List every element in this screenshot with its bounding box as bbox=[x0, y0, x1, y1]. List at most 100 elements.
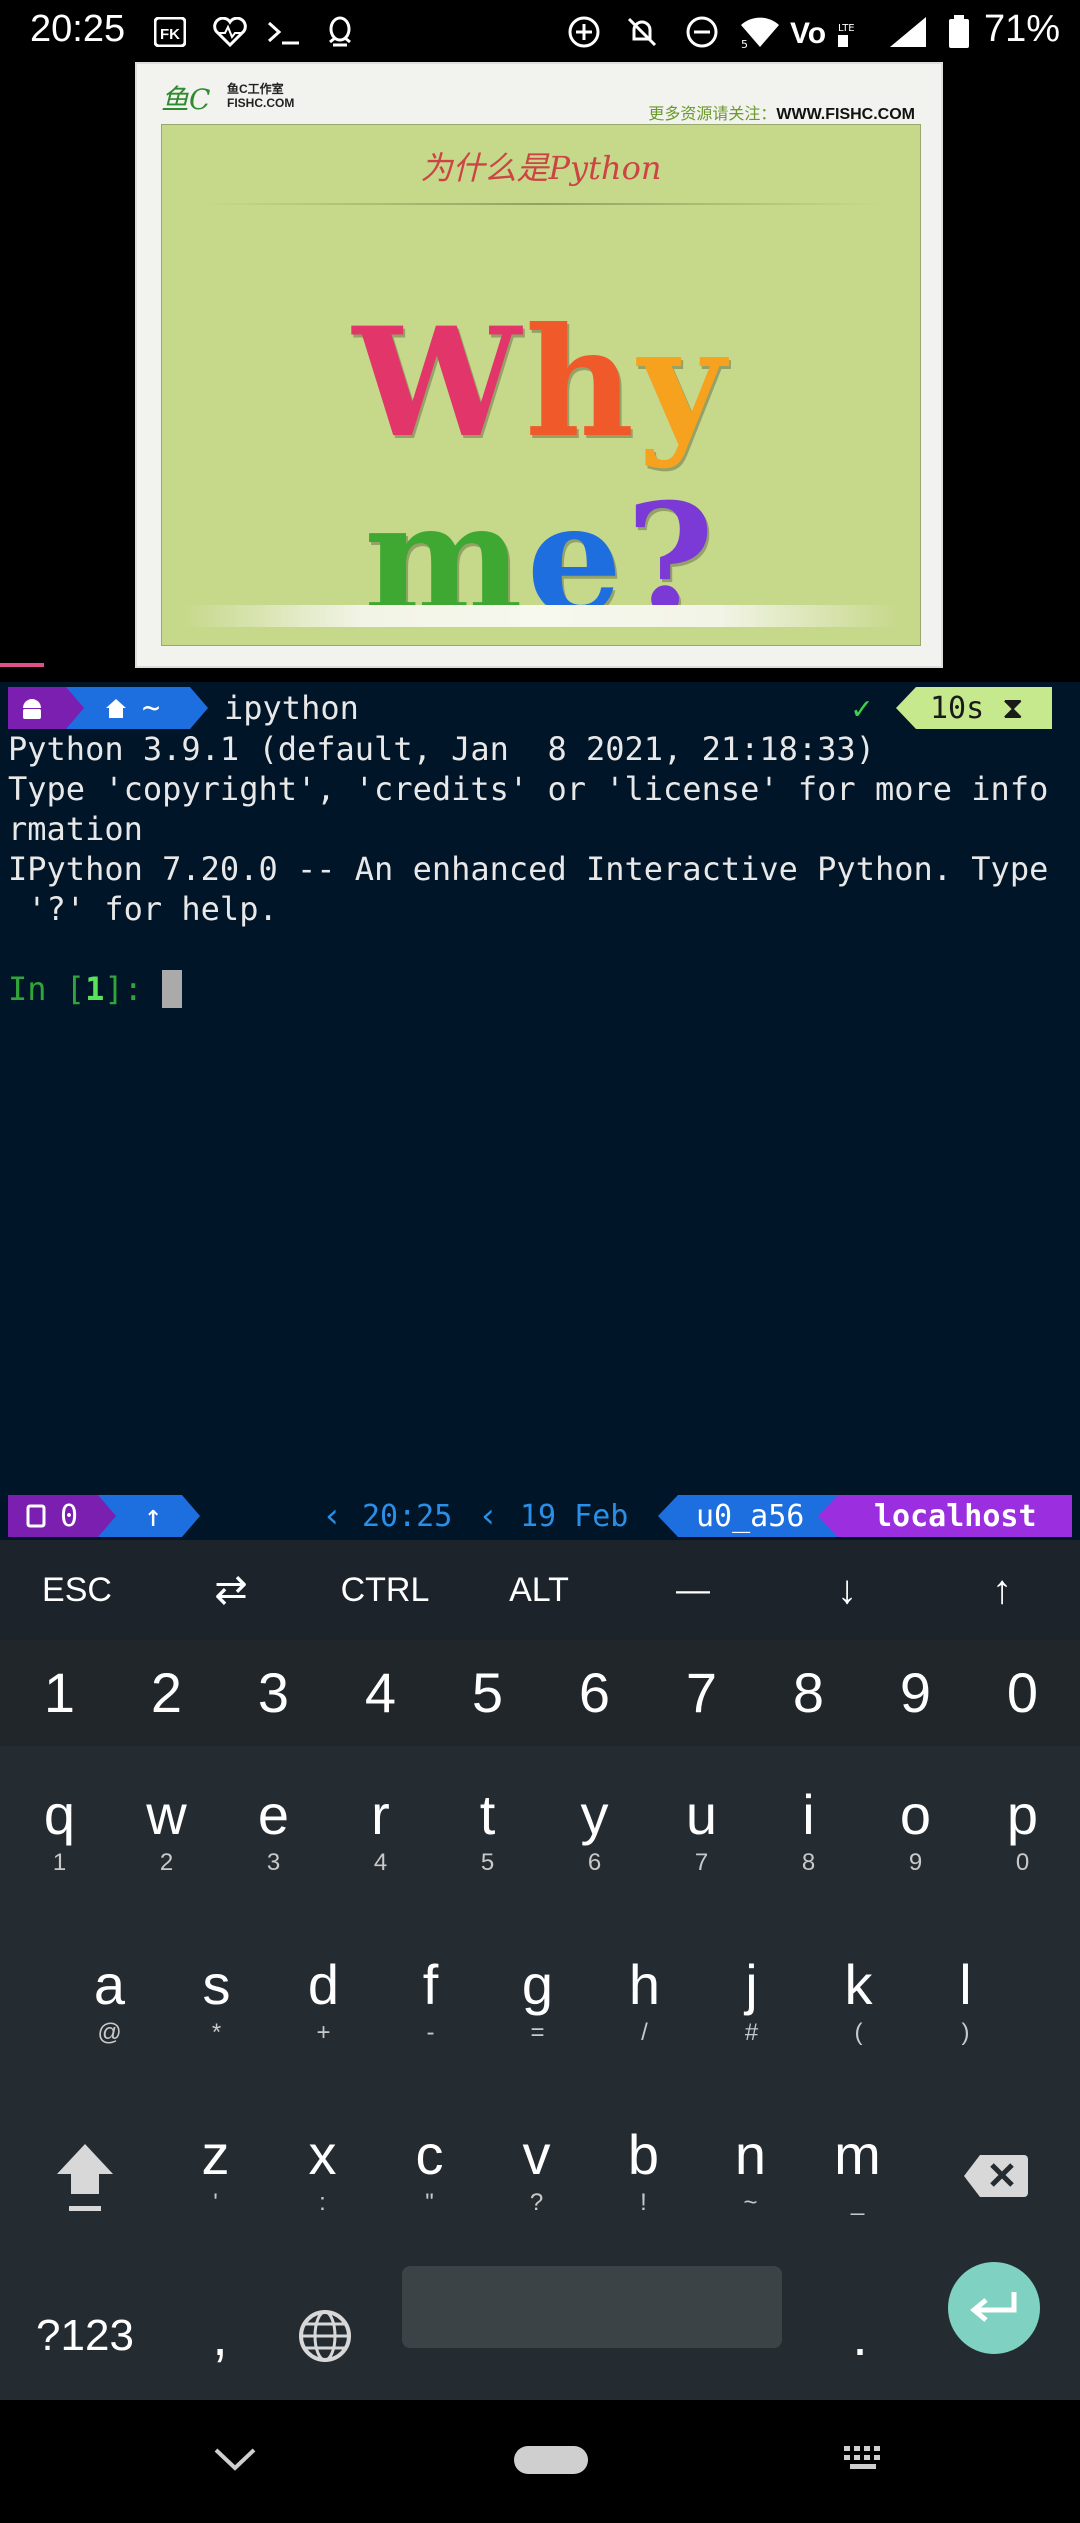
key-b[interactable]: b! bbox=[590, 2086, 697, 2256]
powerline-separator bbox=[98, 1495, 116, 1537]
number-key-5[interactable]: 5 bbox=[434, 1640, 541, 1746]
key-r[interactable]: r4 bbox=[327, 1746, 434, 1916]
language-key[interactable] bbox=[270, 2276, 380, 2396]
key-secondary: 7 bbox=[694, 1849, 709, 1876]
alt-key[interactable]: ALT bbox=[462, 1540, 616, 1640]
number-key-0[interactable]: 0 bbox=[969, 1640, 1076, 1746]
period-key[interactable]: . bbox=[810, 2276, 910, 2396]
key-secondary: 1 bbox=[52, 1849, 67, 1876]
key-secondary: _ bbox=[850, 2189, 865, 2216]
period-key-label: . bbox=[852, 2304, 868, 2367]
key-v[interactable]: v? bbox=[483, 2086, 590, 2256]
key-e[interactable]: e3 bbox=[220, 1746, 327, 1916]
qq-icon bbox=[322, 14, 358, 50]
key-secondary: : bbox=[319, 2189, 326, 2216]
key-letter: v bbox=[522, 2123, 551, 2186]
date-label: 19 Feb bbox=[520, 1498, 629, 1534]
number-key-8[interactable]: 8 bbox=[755, 1640, 862, 1746]
battery-percent: 71% bbox=[984, 8, 1061, 50]
number-key-3[interactable]: 3 bbox=[220, 1640, 327, 1746]
key-k[interactable]: k( bbox=[805, 1916, 912, 2086]
key-n[interactable]: n ~ bbox=[697, 2086, 804, 2256]
input-prompt[interactable]: In [1]: bbox=[8, 969, 183, 1009]
fishc-logo: 鱼C bbox=[161, 83, 211, 116]
key-l[interactable]: l) bbox=[912, 1916, 1019, 2086]
number-key-7[interactable]: 7 bbox=[648, 1640, 755, 1746]
key-s[interactable]: s * bbox=[163, 1916, 270, 2086]
key-f[interactable]: f- bbox=[377, 1916, 484, 2086]
slide-title: 为什么是Python bbox=[420, 149, 662, 187]
comma-key[interactable]: , bbox=[170, 2276, 270, 2396]
arrow-up-key[interactable]: ↑ bbox=[924, 1540, 1080, 1640]
headline-letter: W bbox=[352, 295, 526, 471]
powerline-separator bbox=[658, 1495, 678, 1537]
keyboard-switch-icon[interactable] bbox=[842, 2444, 888, 2476]
number-key-label: 5 bbox=[471, 1661, 504, 1724]
key-z[interactable]: z ' bbox=[162, 2086, 269, 2256]
host-segment: localhost bbox=[838, 1495, 1072, 1537]
text-cursor bbox=[162, 970, 183, 1008]
chevron-left-icon: ‹ bbox=[322, 1496, 343, 1536]
heart-monitor-icon bbox=[212, 14, 248, 50]
status-time: 20:25 bbox=[30, 8, 126, 50]
svg-text:5: 5 bbox=[741, 38, 748, 49]
number-key-9[interactable]: 9 bbox=[862, 1640, 969, 1746]
ctrl-key[interactable]: CTRL bbox=[308, 1540, 462, 1640]
shift-key[interactable] bbox=[30, 2116, 140, 2236]
terminal-line: Python 3.9.1 (default, Jan 8 2021, 21:18… bbox=[8, 730, 875, 768]
key-d[interactable]: d + bbox=[270, 1916, 377, 2086]
key-letter: i bbox=[802, 1783, 815, 1846]
key-t[interactable]: t5 bbox=[434, 1746, 541, 1916]
tab-key[interactable]: ⇄ bbox=[154, 1540, 308, 1640]
back-chevron-icon[interactable] bbox=[210, 2440, 260, 2480]
key-h[interactable]: h / bbox=[591, 1916, 698, 2086]
key-y[interactable]: y6 bbox=[541, 1746, 648, 1916]
key-c[interactable]: c " bbox=[376, 2086, 483, 2256]
number-key-label: 8 bbox=[792, 1661, 825, 1724]
symbols-key[interactable]: ?123 bbox=[0, 2276, 170, 2396]
key-w[interactable]: w2 bbox=[113, 1746, 220, 1916]
extra-keys-row: ESC ⇄ CTRL ALT — ↓ ↑ bbox=[0, 1540, 1080, 1640]
key-u[interactable]: u7 bbox=[648, 1746, 755, 1916]
key-letter: j bbox=[745, 1953, 758, 2016]
key-letter: a bbox=[93, 1953, 126, 2016]
key-p[interactable]: p0 bbox=[969, 1746, 1076, 1916]
key-q[interactable]: q1 bbox=[6, 1746, 113, 1916]
key-letter: h bbox=[628, 1953, 661, 2016]
home-pill[interactable] bbox=[514, 2446, 588, 2474]
esc-key[interactable]: ESC bbox=[0, 1540, 154, 1640]
terminal[interactable]: ~ ipython ✓ 10s ⧗ Python 3.9.1 (default,… bbox=[0, 682, 1080, 1540]
arrow-down-key[interactable]: ↓ bbox=[770, 1540, 924, 1640]
number-key-label: 1 bbox=[43, 1661, 76, 1724]
key-secondary: ! bbox=[640, 2189, 647, 2216]
key-secondary: 3 bbox=[266, 1849, 281, 1876]
enter-key[interactable] bbox=[948, 2262, 1040, 2354]
video-frame[interactable]: 鱼C 鱼C工作室 FISHC.COM 更多资源请关注：WWW.FISHC.COM… bbox=[135, 62, 943, 668]
wifi-icon: 5 bbox=[738, 14, 782, 50]
key-g[interactable]: g = bbox=[484, 1916, 591, 2086]
number-key-2[interactable]: 2 bbox=[113, 1640, 220, 1746]
key-i[interactable]: i8 bbox=[755, 1746, 862, 1916]
powerline-separator bbox=[818, 1495, 838, 1537]
key-x[interactable]: x: bbox=[269, 2086, 376, 2256]
number-key-1[interactable]: 1 bbox=[6, 1640, 113, 1746]
key-j[interactable]: j # bbox=[698, 1916, 805, 2086]
key-m[interactable]: m _ bbox=[804, 2086, 911, 2256]
key-a[interactable]: a @ bbox=[56, 1916, 163, 2086]
fishc-logo-subtitle: 鱼C工作室 FISHC.COM bbox=[227, 82, 294, 110]
chevron-left-icon: ‹ bbox=[478, 1496, 499, 1536]
number-key-4[interactable]: 4 bbox=[327, 1640, 434, 1746]
powerline-separator bbox=[66, 687, 84, 729]
space-key[interactable] bbox=[402, 2266, 782, 2348]
svg-text:LTE: LTE bbox=[838, 23, 855, 34]
svg-text:FK: FK bbox=[160, 26, 180, 43]
duration-label: 10s bbox=[930, 690, 985, 726]
slide-content: 为什么是Python Why me? bbox=[161, 124, 921, 647]
key-secondary: ' bbox=[213, 2189, 218, 2216]
number-key-6[interactable]: 6 bbox=[541, 1640, 648, 1746]
key-o[interactable]: o9 bbox=[862, 1746, 969, 1916]
backspace-key[interactable] bbox=[940, 2116, 1050, 2236]
site-url: WWW.FISHC.COM bbox=[776, 106, 915, 123]
dash-key[interactable]: — bbox=[616, 1540, 770, 1640]
session-count: 0 bbox=[60, 1498, 79, 1534]
